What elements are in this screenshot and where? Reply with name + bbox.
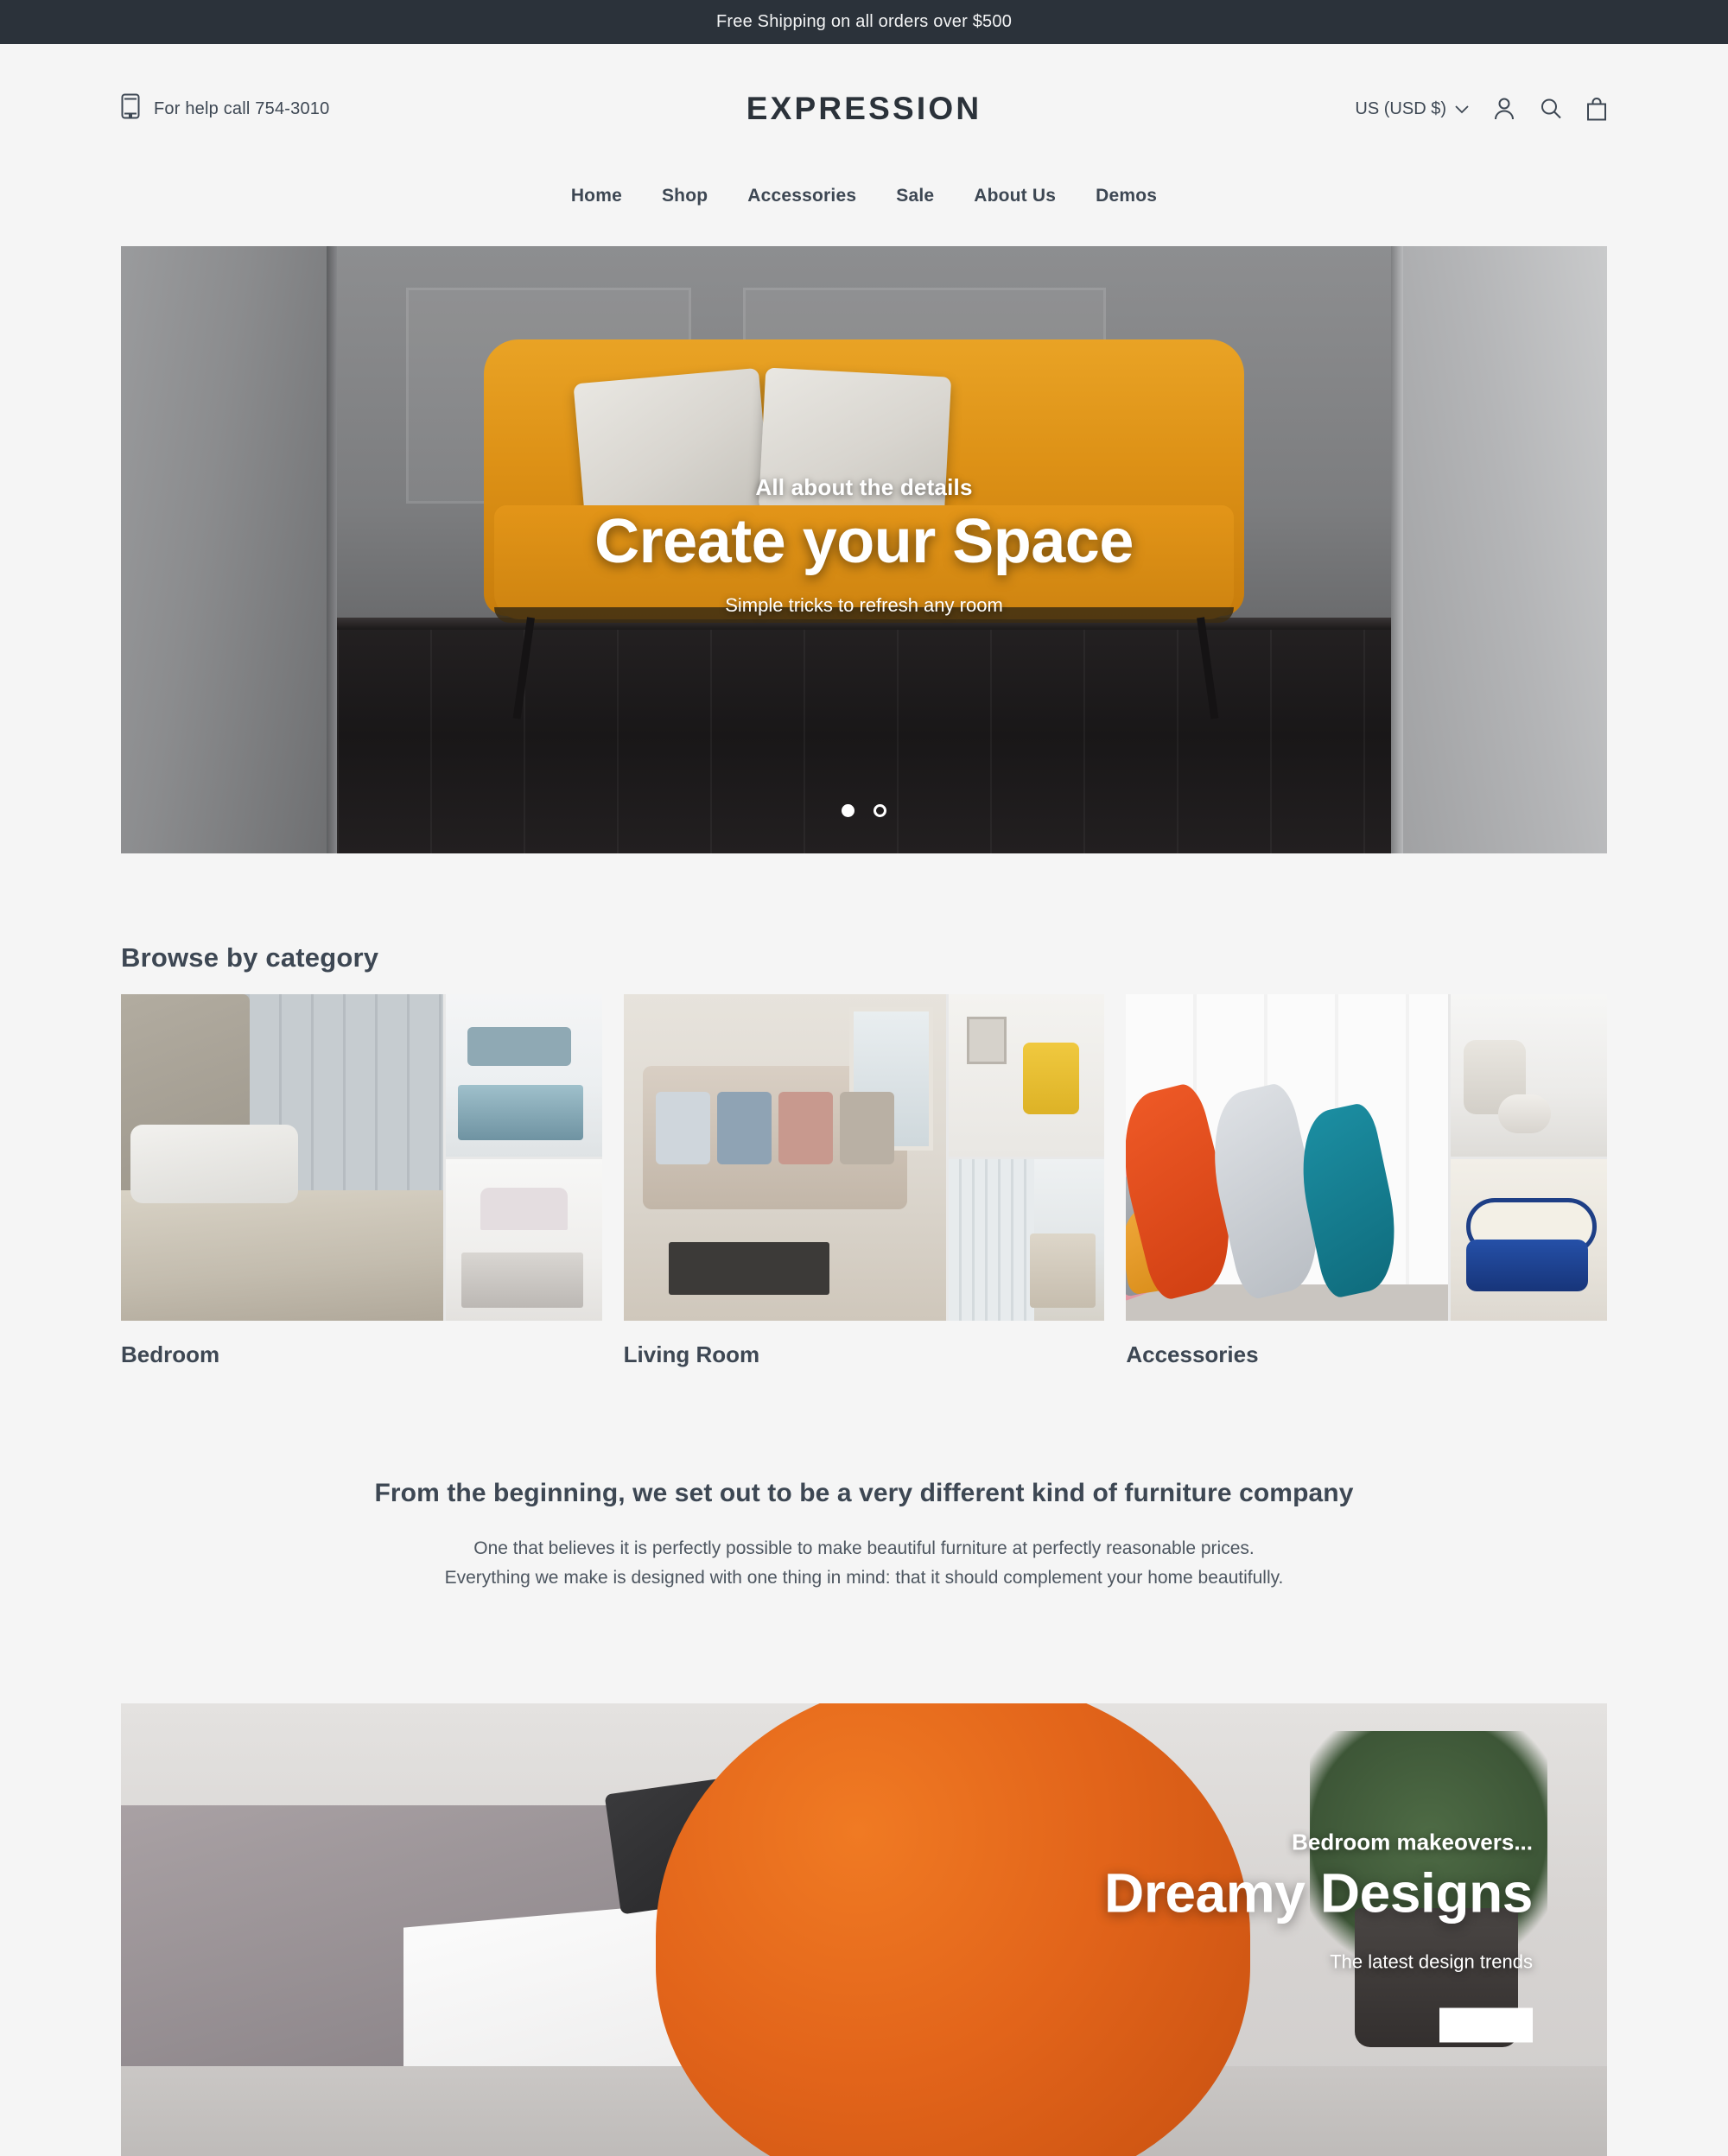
announcement-text: Free Shipping on all orders over $500 [715, 12, 1013, 31]
hero-text-overlay: All about the details Create your Space … [121, 246, 1607, 853]
category-image-living-room [623, 994, 1105, 1321]
hero-carousel[interactable]: All about the details Create your Space … [121, 246, 1607, 853]
promo-subtitle: The latest design trends [1330, 1950, 1533, 1973]
help-phone[interactable]: For help call 754-3010 [121, 93, 329, 124]
site-header: For help call 754-3010 EXPRESSION US (US… [0, 44, 1728, 174]
promo-banner-content: Bedroom makeovers... Dreamy Designs The … [1104, 1829, 1533, 2043]
promo-title: Dreamy Designs [1104, 1861, 1533, 1925]
main-navigation: Home Shop Accessories Sale About Us Demo… [0, 174, 1728, 219]
hero-title: Create your Space [594, 507, 1134, 576]
promo-kicker: Bedroom makeovers... [1292, 1829, 1533, 1855]
nav-item-about-us[interactable]: About Us [974, 186, 1056, 206]
carousel-dot-1[interactable] [842, 804, 854, 817]
header-actions: US (USD $) [1355, 97, 1607, 121]
carousel-dots [842, 804, 886, 817]
category-card-bedroom[interactable]: Bedroom [121, 994, 602, 1368]
category-grid: Bedroom Living Room Accessories [121, 994, 1608, 1368]
category-label-bedroom: Bedroom [121, 1341, 220, 1367]
mobile-phone-icon [121, 93, 140, 124]
search-icon[interactable] [1540, 97, 1562, 121]
nav-item-home[interactable]: Home [571, 186, 622, 206]
category-label-living-room: Living Room [623, 1341, 760, 1367]
mission-line-2: Everything we make is designed with one … [444, 1568, 1284, 1588]
chevron-down-icon [1455, 99, 1469, 119]
currency-selector[interactable]: US (USD $) [1355, 99, 1469, 119]
account-person-icon[interactable] [1493, 97, 1515, 121]
category-card-living-room[interactable]: Living Room [623, 994, 1105, 1368]
mission-heading: From the beginning, we set out to be a v… [374, 1479, 1354, 1507]
announcement-bar: Free Shipping on all orders over $500 [0, 0, 1728, 44]
nav-item-accessories[interactable]: Accessories [747, 186, 856, 206]
shopping-bag-icon[interactable] [1586, 97, 1607, 121]
promo-banner[interactable]: Bedroom makeovers... Dreamy Designs The … [121, 1703, 1607, 2156]
help-phone-label: For help call 754-3010 [154, 98, 330, 118]
nav-item-shop[interactable]: Shop [662, 186, 708, 206]
currency-label: US (USD $) [1355, 98, 1446, 118]
categories-heading: Browse by category [121, 942, 379, 973]
hero-subtitle: Simple tricks to refresh any room [725, 594, 1003, 616]
hero-kicker: All about the details [755, 474, 973, 500]
site-logo[interactable]: EXPRESSION [746, 91, 982, 127]
promo-cta-button[interactable] [1439, 2007, 1533, 2043]
carousel-dot-2[interactable] [874, 804, 886, 817]
category-card-accessories[interactable]: Accessories [1126, 994, 1608, 1368]
mission-line-1: One that believes it is perfectly possib… [473, 1538, 1255, 1558]
category-image-accessories [1126, 994, 1608, 1321]
category-image-bedroom [121, 994, 602, 1321]
category-label-accessories: Accessories [1126, 1341, 1259, 1367]
nav-item-sale[interactable]: Sale [896, 186, 934, 206]
mission-section: From the beginning, we set out to be a v… [121, 1479, 1607, 1593]
nav-item-demos[interactable]: Demos [1096, 186, 1157, 206]
